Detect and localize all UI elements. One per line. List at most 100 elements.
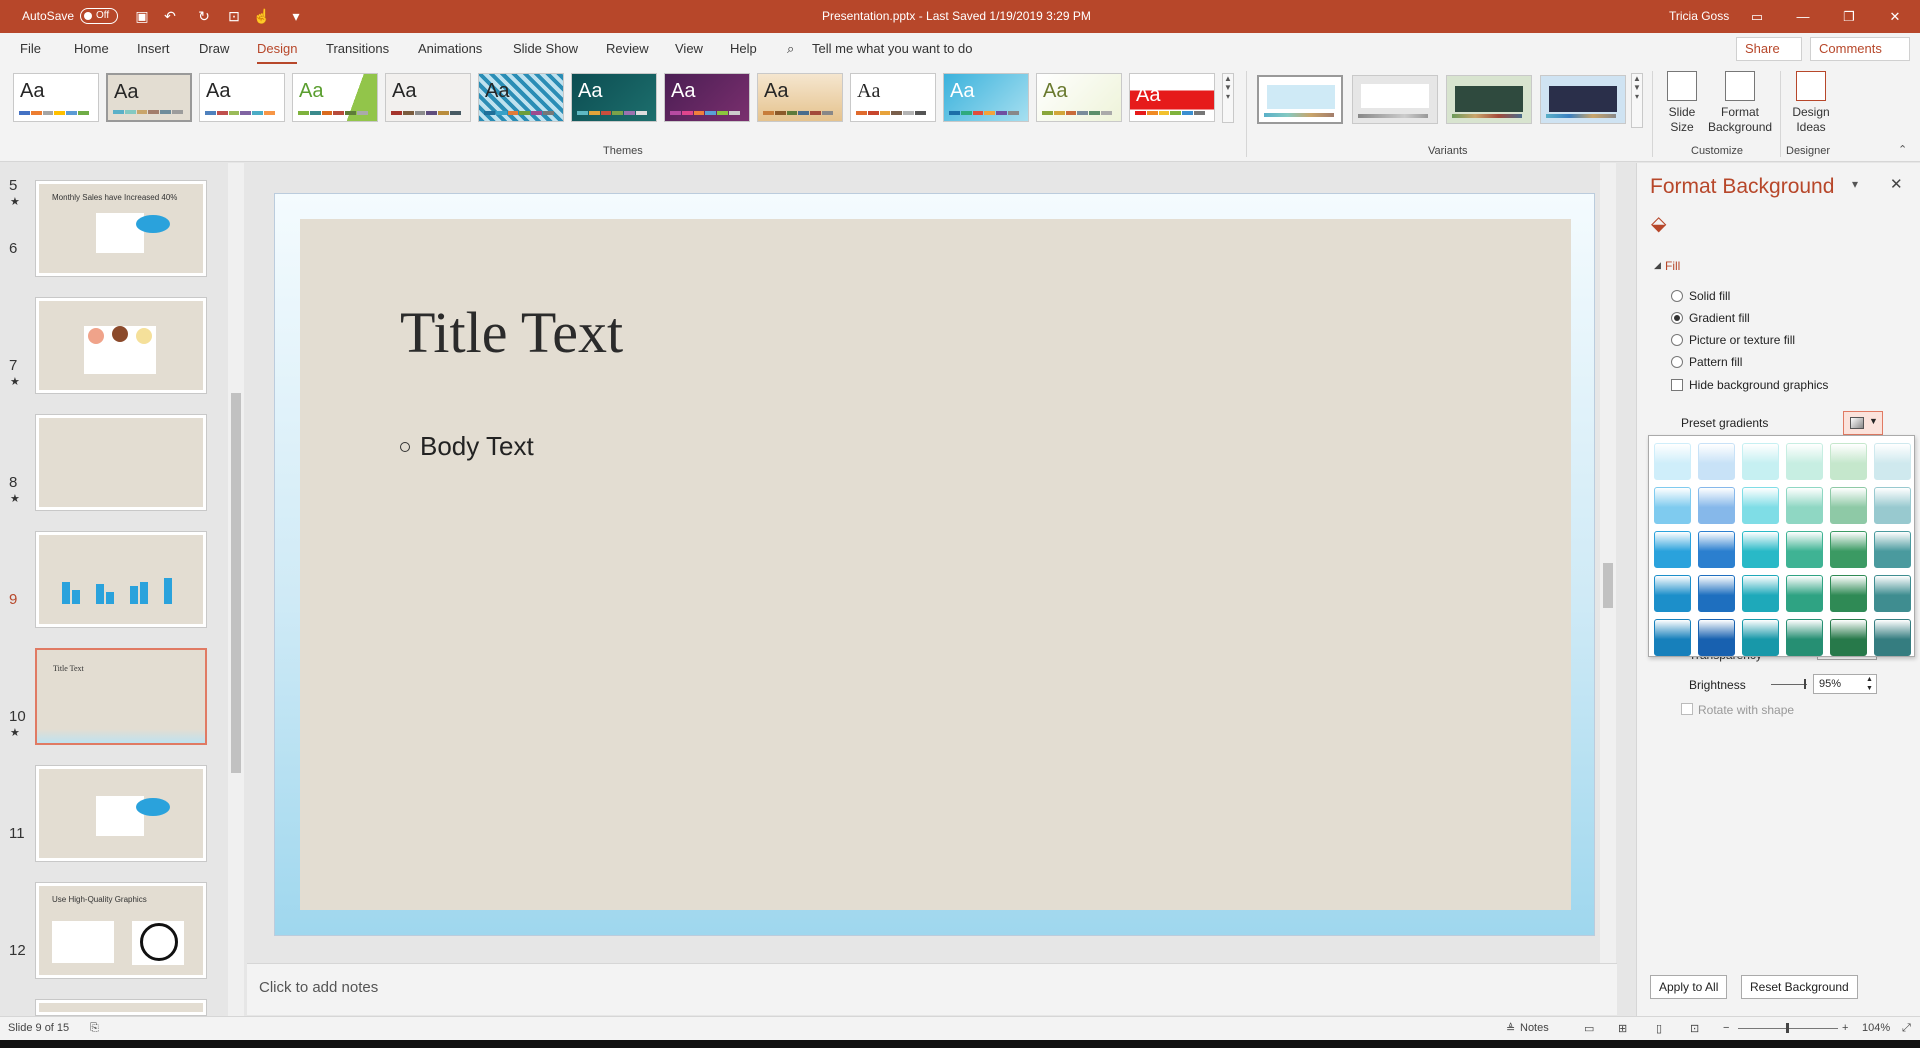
- theme-10[interactable]: Aa: [850, 73, 936, 122]
- gradient-swatch[interactable]: [1786, 487, 1823, 524]
- tab-design[interactable]: Design: [257, 41, 298, 64]
- notes-toggle[interactable]: Notes: [1520, 1022, 1549, 1034]
- slide-thumbnail-6[interactable]: [35, 297, 207, 394]
- close-pane-icon[interactable]: ✕: [1890, 175, 1903, 193]
- reading-view-icon[interactable]: ▯: [1656, 1022, 1662, 1035]
- collapse-ribbon-icon[interactable]: ⌃: [1898, 143, 1907, 156]
- gradient-swatch[interactable]: [1742, 619, 1779, 656]
- slide-show-icon[interactable]: ⊡: [1690, 1022, 1699, 1035]
- spell-check-icon[interactable]: ⎘: [90, 1022, 99, 1035]
- theme-current[interactable]: Aa: [106, 73, 192, 122]
- theme-8[interactable]: Aa: [664, 73, 750, 122]
- fit-to-window-icon[interactable]: ⤢: [1902, 1022, 1911, 1035]
- variant-2[interactable]: [1352, 75, 1438, 124]
- tab-insert[interactable]: Insert: [137, 41, 170, 56]
- gradient-swatch[interactable]: [1698, 575, 1735, 612]
- gradient-fill-label[interactable]: Gradient fill: [1689, 311, 1750, 325]
- gradient-swatch[interactable]: [1742, 575, 1779, 612]
- autosave-toggle[interactable]: Off: [80, 8, 118, 24]
- gradient-swatch[interactable]: [1874, 487, 1911, 524]
- tab-draw[interactable]: Draw: [199, 41, 229, 56]
- gradient-swatch[interactable]: [1830, 487, 1867, 524]
- slide-thumbnail-9[interactable]: Title Text: [35, 648, 207, 745]
- gradient-swatch[interactable]: [1830, 531, 1867, 568]
- theme-11[interactable]: Aa: [943, 73, 1029, 122]
- gradient-swatch[interactable]: [1654, 619, 1691, 656]
- format-background-button[interactable]: Format Background: [1708, 71, 1772, 135]
- theme-7[interactable]: Aa: [571, 73, 657, 122]
- share-button[interactable]: Share: [1736, 37, 1802, 61]
- gradient-swatch[interactable]: [1742, 487, 1779, 524]
- preset-gradients-dropdown[interactable]: ▼: [1843, 411, 1883, 435]
- slide-sorter-icon[interactable]: ⊞: [1618, 1022, 1627, 1035]
- theme-6[interactable]: Aa: [478, 73, 564, 122]
- solid-fill-label[interactable]: Solid fill: [1689, 289, 1730, 303]
- notes-pane[interactable]: Click to add notes: [247, 963, 1617, 1015]
- close-icon[interactable]: ✕: [1872, 0, 1918, 33]
- theme-5[interactable]: Aa: [385, 73, 471, 122]
- thumbnail-scrollbar[interactable]: [228, 163, 244, 1016]
- canvas-scrollbar[interactable]: [1600, 163, 1616, 963]
- gradient-swatch[interactable]: [1786, 531, 1823, 568]
- save-icon[interactable]: ▣: [132, 6, 152, 26]
- slide-body[interactable]: Body Text: [400, 431, 534, 462]
- brightness-slider[interactable]: [1771, 679, 1807, 689]
- fill-bucket-icon[interactable]: ⬙: [1651, 211, 1666, 236]
- design-ideas-button[interactable]: Design Ideas: [1788, 71, 1834, 135]
- zoom-slider[interactable]: [1738, 1023, 1838, 1033]
- gradient-swatch[interactable]: [1830, 443, 1867, 480]
- maximize-icon[interactable]: ❐: [1826, 0, 1872, 33]
- rotate-with-shape-checkbox[interactable]: [1681, 703, 1693, 715]
- tab-slide-show[interactable]: Slide Show: [513, 41, 578, 56]
- tab-view[interactable]: View: [675, 41, 703, 56]
- gradient-swatch[interactable]: [1874, 443, 1911, 480]
- fill-section-label[interactable]: Fill: [1665, 259, 1680, 273]
- slide-thumbnail-7[interactable]: [35, 414, 207, 511]
- gradient-swatch[interactable]: [1654, 531, 1691, 568]
- search-icon[interactable]: ⌕: [787, 41, 794, 57]
- tab-review[interactable]: Review: [606, 41, 649, 56]
- slide[interactable]: Title Text Body Text: [274, 193, 1595, 936]
- variant-4[interactable]: [1540, 75, 1626, 124]
- slide-thumbnail-10[interactable]: [35, 765, 207, 862]
- minimize-icon[interactable]: —: [1780, 0, 1826, 33]
- gradient-swatch[interactable]: [1786, 443, 1823, 480]
- comments-button[interactable]: Comments: [1810, 37, 1910, 61]
- theme-12[interactable]: Aa: [1036, 73, 1122, 122]
- slide-thumbnail-12[interactable]: [35, 999, 207, 1016]
- touch-mode-icon[interactable]: ☝: [252, 6, 272, 26]
- theme-4[interactable]: Aa: [292, 73, 378, 122]
- themes-more-button[interactable]: ▲ ▼ ▾: [1222, 73, 1234, 123]
- tell-me-input[interactable]: Tell me what you want to do: [812, 41, 972, 56]
- gradient-swatch[interactable]: [1874, 531, 1911, 568]
- zoom-in-icon[interactable]: +: [1842, 1022, 1848, 1034]
- gradient-swatch[interactable]: [1786, 575, 1823, 612]
- gradient-swatch[interactable]: [1698, 619, 1735, 656]
- slide-counter[interactable]: Slide 9 of 15: [8, 1022, 69, 1034]
- gradient-fill-radio[interactable]: [1671, 312, 1683, 324]
- ribbon-display-icon[interactable]: ▭: [1734, 0, 1780, 33]
- variant-1[interactable]: [1257, 75, 1343, 124]
- present-icon[interactable]: ⊡: [224, 6, 244, 26]
- theme-office[interactable]: Aa: [13, 73, 99, 122]
- undo-icon[interactable]: ↶: [160, 6, 180, 26]
- tab-transitions[interactable]: Transitions: [326, 41, 389, 56]
- user-name[interactable]: Tricia Goss: [1669, 9, 1729, 23]
- tab-help[interactable]: Help: [730, 41, 757, 56]
- spinner-icon[interactable]: ▲ ▼: [1866, 675, 1873, 693]
- slide-thumbnail-11[interactable]: Use High-Quality Graphics: [35, 882, 207, 979]
- normal-view-icon[interactable]: ▭: [1584, 1022, 1594, 1035]
- tab-file[interactable]: File: [20, 41, 41, 56]
- gradient-swatch[interactable]: [1742, 531, 1779, 568]
- gradient-swatch[interactable]: [1874, 575, 1911, 612]
- tab-animations[interactable]: Animations: [418, 41, 482, 56]
- pattern-fill-label[interactable]: Pattern fill: [1689, 355, 1742, 369]
- gradient-swatch[interactable]: [1786, 619, 1823, 656]
- gradient-swatch[interactable]: [1654, 575, 1691, 612]
- theme-13[interactable]: Aa: [1129, 73, 1215, 122]
- variant-3[interactable]: [1446, 75, 1532, 124]
- collapse-fill-icon[interactable]: ◢: [1654, 260, 1661, 271]
- redo-icon[interactable]: ↻: [194, 6, 214, 26]
- reset-background-button[interactable]: Reset Background: [1741, 975, 1858, 999]
- gradient-swatch[interactable]: [1698, 487, 1735, 524]
